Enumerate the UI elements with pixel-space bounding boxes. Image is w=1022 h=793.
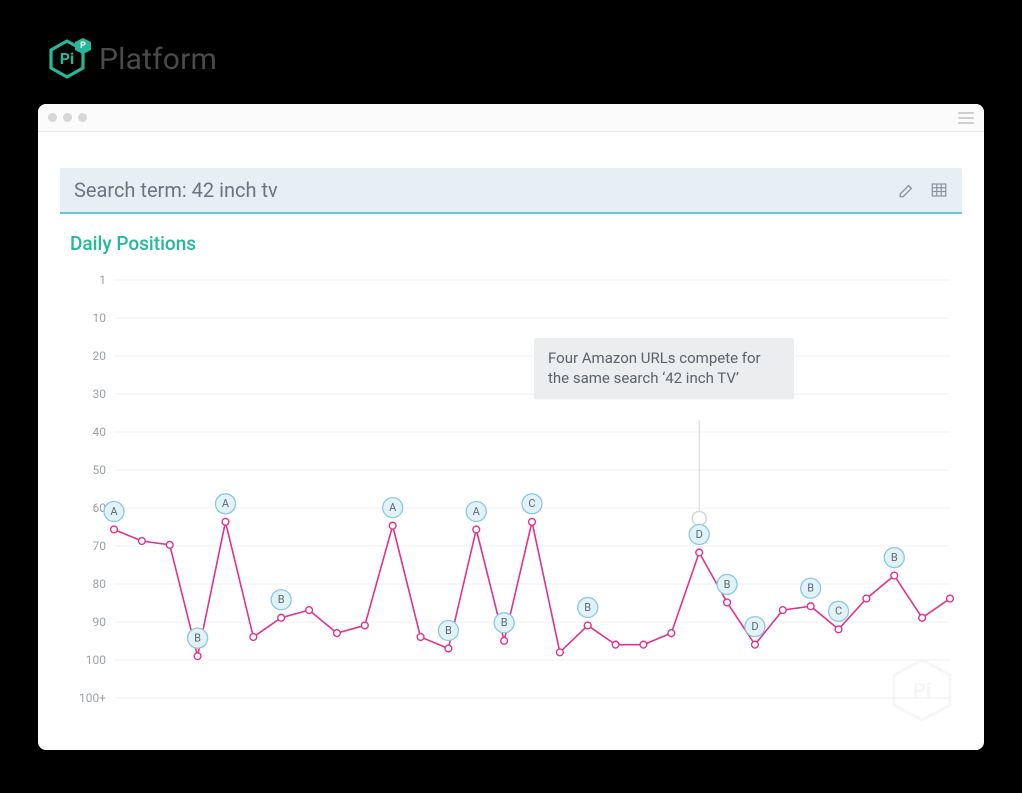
y-tick-label: 90 [93,615,107,629]
data-point [417,634,424,641]
data-point [529,518,536,525]
point-badge-label: B [584,601,591,614]
app-window: Search term: 42 inch tv Daily Positions … [38,104,984,750]
data-point [501,637,508,644]
data-point [835,626,842,633]
y-tick-label: 100+ [79,691,106,705]
data-point [752,641,759,648]
point-badge-label: B [891,551,898,564]
data-point [947,595,954,602]
section-title: Daily Positions [70,232,984,255]
point-badge-label: D [696,528,703,541]
data-point [891,572,898,579]
watermark-icon: Pi [886,654,958,730]
data-point [724,599,731,606]
edit-icon[interactable] [898,181,916,199]
search-term-label: Search term: 42 inch tv [74,178,278,202]
hamburger-icon[interactable] [958,112,974,124]
data-point [556,649,563,656]
line-chart: 1102030405060708090100100+ABABABABCBDBDB… [70,272,962,726]
data-point [222,518,229,525]
y-tick-label: 1 [99,273,106,287]
point-badge-label: B [807,582,814,595]
chart-container: 1102030405060708090100100+ABABABABCBDBDB… [70,272,962,726]
point-badge-label: C [528,497,535,510]
point-badge-label: A [473,505,481,518]
point-badge-label: D [751,620,758,633]
data-point [250,634,257,641]
data-point [334,630,341,637]
window-titlebar [38,104,984,132]
search-term-bar: Search term: 42 inch tv [60,168,962,214]
brand-name: Platform [99,42,217,77]
data-point [111,526,118,533]
svg-text:Pi: Pi [60,49,75,68]
data-point [779,607,786,614]
point-badge-label: B [501,616,508,629]
y-tick-label: 40 [93,425,107,439]
svg-text:P: P [80,41,86,51]
data-point [584,622,591,629]
data-point [919,614,926,621]
table-icon[interactable] [930,181,948,199]
y-tick-label: 10 [93,311,107,325]
y-tick-label: 100 [86,653,106,667]
data-point [194,653,201,660]
pi-logo-icon: Pi P [45,35,93,83]
point-badge-label: B [194,632,201,645]
annotation-box: Four Amazon URLs compete for the same se… [534,338,794,399]
data-point [138,538,145,545]
point-badge-label: A [110,505,118,518]
point-badge-label: C [835,605,842,618]
data-point [696,549,703,556]
data-point [166,541,173,548]
data-point [278,614,285,621]
traffic-light-dot [63,113,72,122]
data-point [389,522,396,529]
point-badge-label: A [389,501,397,514]
brand-logo: Pi P Platform [45,35,217,83]
data-point [612,641,619,648]
y-tick-label: 30 [93,387,107,401]
annotation-text-line1: Four Amazon URLs compete for [548,348,780,368]
point-badge-label: A [222,497,230,510]
data-point [807,603,814,610]
y-tick-label: 50 [93,463,107,477]
data-point [668,630,675,637]
y-tick-label: 80 [93,577,107,591]
traffic-light-dot [78,113,87,122]
y-tick-label: 20 [93,349,107,363]
data-point [863,595,870,602]
data-point [640,641,647,648]
watermark-text: Pi [913,678,931,702]
data-point [473,526,480,533]
y-tick-label: 70 [93,539,107,553]
annotation-text-line2: the same search ‘42 inch TV’ [548,368,780,388]
data-point [306,607,313,614]
point-badge-label: B [278,593,285,606]
point-badge-label: B [724,578,731,591]
series-line [114,522,950,656]
data-point [361,622,368,629]
callout-marker [692,512,706,526]
traffic-light-dot [48,113,57,122]
data-point [445,645,452,652]
point-badge-label: B [445,624,452,637]
